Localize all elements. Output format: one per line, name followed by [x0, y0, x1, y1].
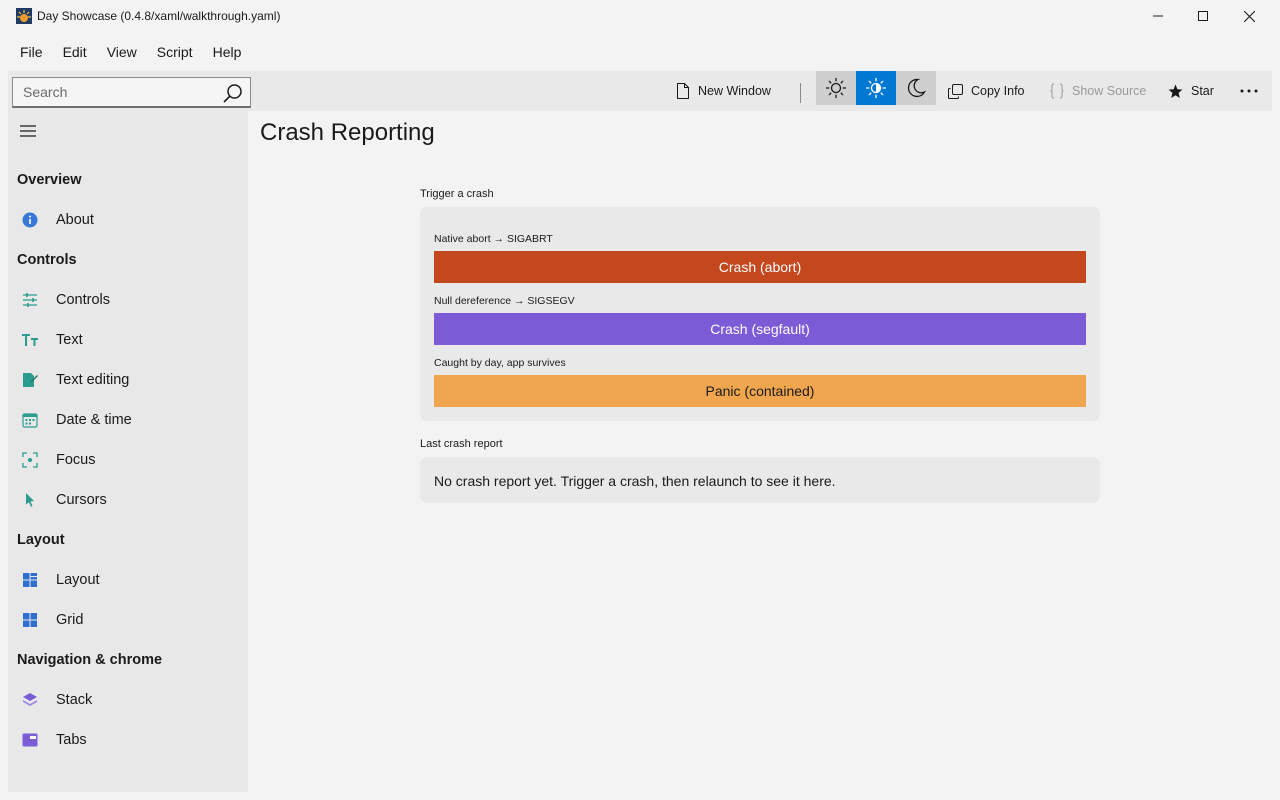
new-window-label: New Window	[698, 84, 771, 98]
nav-header-navigation-chrome: Navigation & chrome	[17, 652, 163, 668]
search-box	[12, 77, 251, 108]
layers-icon	[22, 692, 38, 708]
menu-view[interactable]: View	[97, 36, 147, 68]
toolbar-separator	[800, 83, 801, 103]
document-icon	[677, 83, 689, 99]
sidebar-item-label: Tabs	[56, 732, 87, 748]
calendar-icon	[22, 412, 38, 428]
auto-brightness-icon	[865, 77, 887, 99]
search-input[interactable]	[13, 78, 213, 106]
sun-icon	[825, 77, 847, 99]
menu-edit[interactable]: Edit	[53, 36, 97, 68]
info-icon	[22, 212, 38, 228]
edit-document-icon	[22, 372, 38, 388]
crash-abort-button[interactable]: Crash (abort)	[434, 251, 1086, 283]
copy-info-label: Copy Info	[971, 84, 1025, 98]
close-icon	[1243, 10, 1255, 22]
star-icon	[1168, 84, 1183, 98]
search-icon[interactable]	[222, 82, 244, 104]
show-source-button[interactable]: Show Source	[1050, 71, 1146, 111]
star-button[interactable]: Star	[1168, 71, 1214, 111]
sidebar-item-label: Date & time	[56, 412, 132, 428]
sidebar-item-layout[interactable]: Layout	[8, 562, 248, 598]
maximize-icon	[1198, 11, 1208, 21]
sliders-icon	[22, 292, 38, 308]
page-title: Crash Reporting	[260, 119, 435, 146]
abort-caption: Native abort → SIGABRT	[434, 233, 553, 245]
sidebar-item-label: Layout	[56, 572, 100, 588]
text-size-icon	[22, 332, 38, 348]
theme-light-button[interactable]	[816, 71, 856, 105]
window-title: Day Showcase (0.4.8/xaml/walkthrough.yam…	[37, 9, 281, 23]
app-icon	[16, 8, 32, 24]
grid-icon	[22, 612, 38, 628]
minimize-button[interactable]	[1135, 0, 1181, 32]
sidebar-item-label: Grid	[56, 612, 84, 628]
copy-info-button[interactable]: Copy Info	[948, 71, 1025, 111]
sidebar-item-about[interactable]: About	[8, 202, 248, 238]
minimize-icon	[1153, 15, 1163, 17]
menu-script[interactable]: Script	[147, 36, 203, 68]
sidebar-item-cursors[interactable]: Cursors	[8, 482, 248, 518]
theme-auto-button[interactable]	[856, 71, 896, 105]
panic-caption: Caught by day, app survives	[434, 357, 566, 369]
sidebar-item-text[interactable]: Text	[8, 322, 248, 358]
sidebar-item-text-editing[interactable]: Text editing	[8, 362, 248, 398]
hamburger-menu-icon[interactable]	[18, 123, 38, 139]
sidebar-item-tabs[interactable]: Tabs	[8, 722, 248, 758]
cursor-icon	[22, 492, 38, 508]
crash-segfault-button[interactable]: Crash (segfault)	[434, 313, 1086, 345]
sidebar-item-stack[interactable]: Stack	[8, 682, 248, 718]
sidebar-item-controls[interactable]: Controls	[8, 282, 248, 318]
more-options-button[interactable]	[1234, 71, 1264, 111]
sidebar: Overview About Controls Controls Text Te…	[8, 111, 248, 792]
more-icon	[1240, 89, 1258, 93]
sidebar-item-label: Controls	[56, 292, 110, 308]
sidebar-item-label: Focus	[56, 452, 96, 468]
nav-header-overview: Overview	[17, 172, 82, 188]
theme-dark-button[interactable]	[896, 71, 936, 105]
sidebar-item-label: Stack	[56, 692, 93, 708]
new-window-button[interactable]: New Window	[676, 71, 771, 111]
copy-icon	[948, 83, 963, 99]
trigger-crash-label: Trigger a crash	[420, 188, 494, 200]
toolbar: New Window Copy Info	[8, 71, 1272, 111]
show-source-label: Show Source	[1072, 84, 1147, 98]
sidebar-item-label: About	[56, 212, 94, 228]
title-bar: Day Showcase (0.4.8/xaml/walkthrough.yam…	[0, 0, 1280, 32]
crash-report-text: No crash report yet. Trigger a crash, th…	[434, 473, 836, 489]
sidebar-item-label: Text editing	[56, 372, 130, 388]
panic-contained-button[interactable]: Panic (contained)	[434, 375, 1086, 407]
last-crash-report-label: Last crash report	[420, 438, 503, 450]
focus-icon	[22, 452, 38, 468]
menu-bar: File Edit View Script Help	[10, 36, 251, 68]
layout-grid-icon	[22, 572, 38, 588]
braces-icon	[1050, 83, 1064, 99]
nav-header-layout: Layout	[17, 532, 65, 548]
tabs-icon	[22, 732, 38, 748]
menu-help[interactable]: Help	[203, 36, 252, 68]
crash-report-card: No crash report yet. Trigger a crash, th…	[420, 457, 1100, 503]
close-button[interactable]	[1226, 0, 1272, 32]
sidebar-item-grid[interactable]: Grid	[8, 602, 248, 638]
maximize-button[interactable]	[1180, 0, 1226, 32]
segfault-caption: Null dereference → SIGSEGV	[434, 295, 575, 307]
sidebar-item-focus[interactable]: Focus	[8, 442, 248, 478]
sidebar-item-label: Cursors	[56, 492, 107, 508]
menu-file[interactable]: File	[10, 36, 53, 68]
moon-icon	[907, 78, 927, 98]
sidebar-item-date-time[interactable]: Date & time	[8, 402, 248, 438]
trigger-crash-card: Native abort → SIGABRT Crash (abort) Nul…	[420, 207, 1100, 421]
nav-header-controls: Controls	[17, 252, 77, 268]
star-label: Star	[1191, 84, 1214, 98]
sidebar-item-label: Text	[56, 332, 83, 348]
